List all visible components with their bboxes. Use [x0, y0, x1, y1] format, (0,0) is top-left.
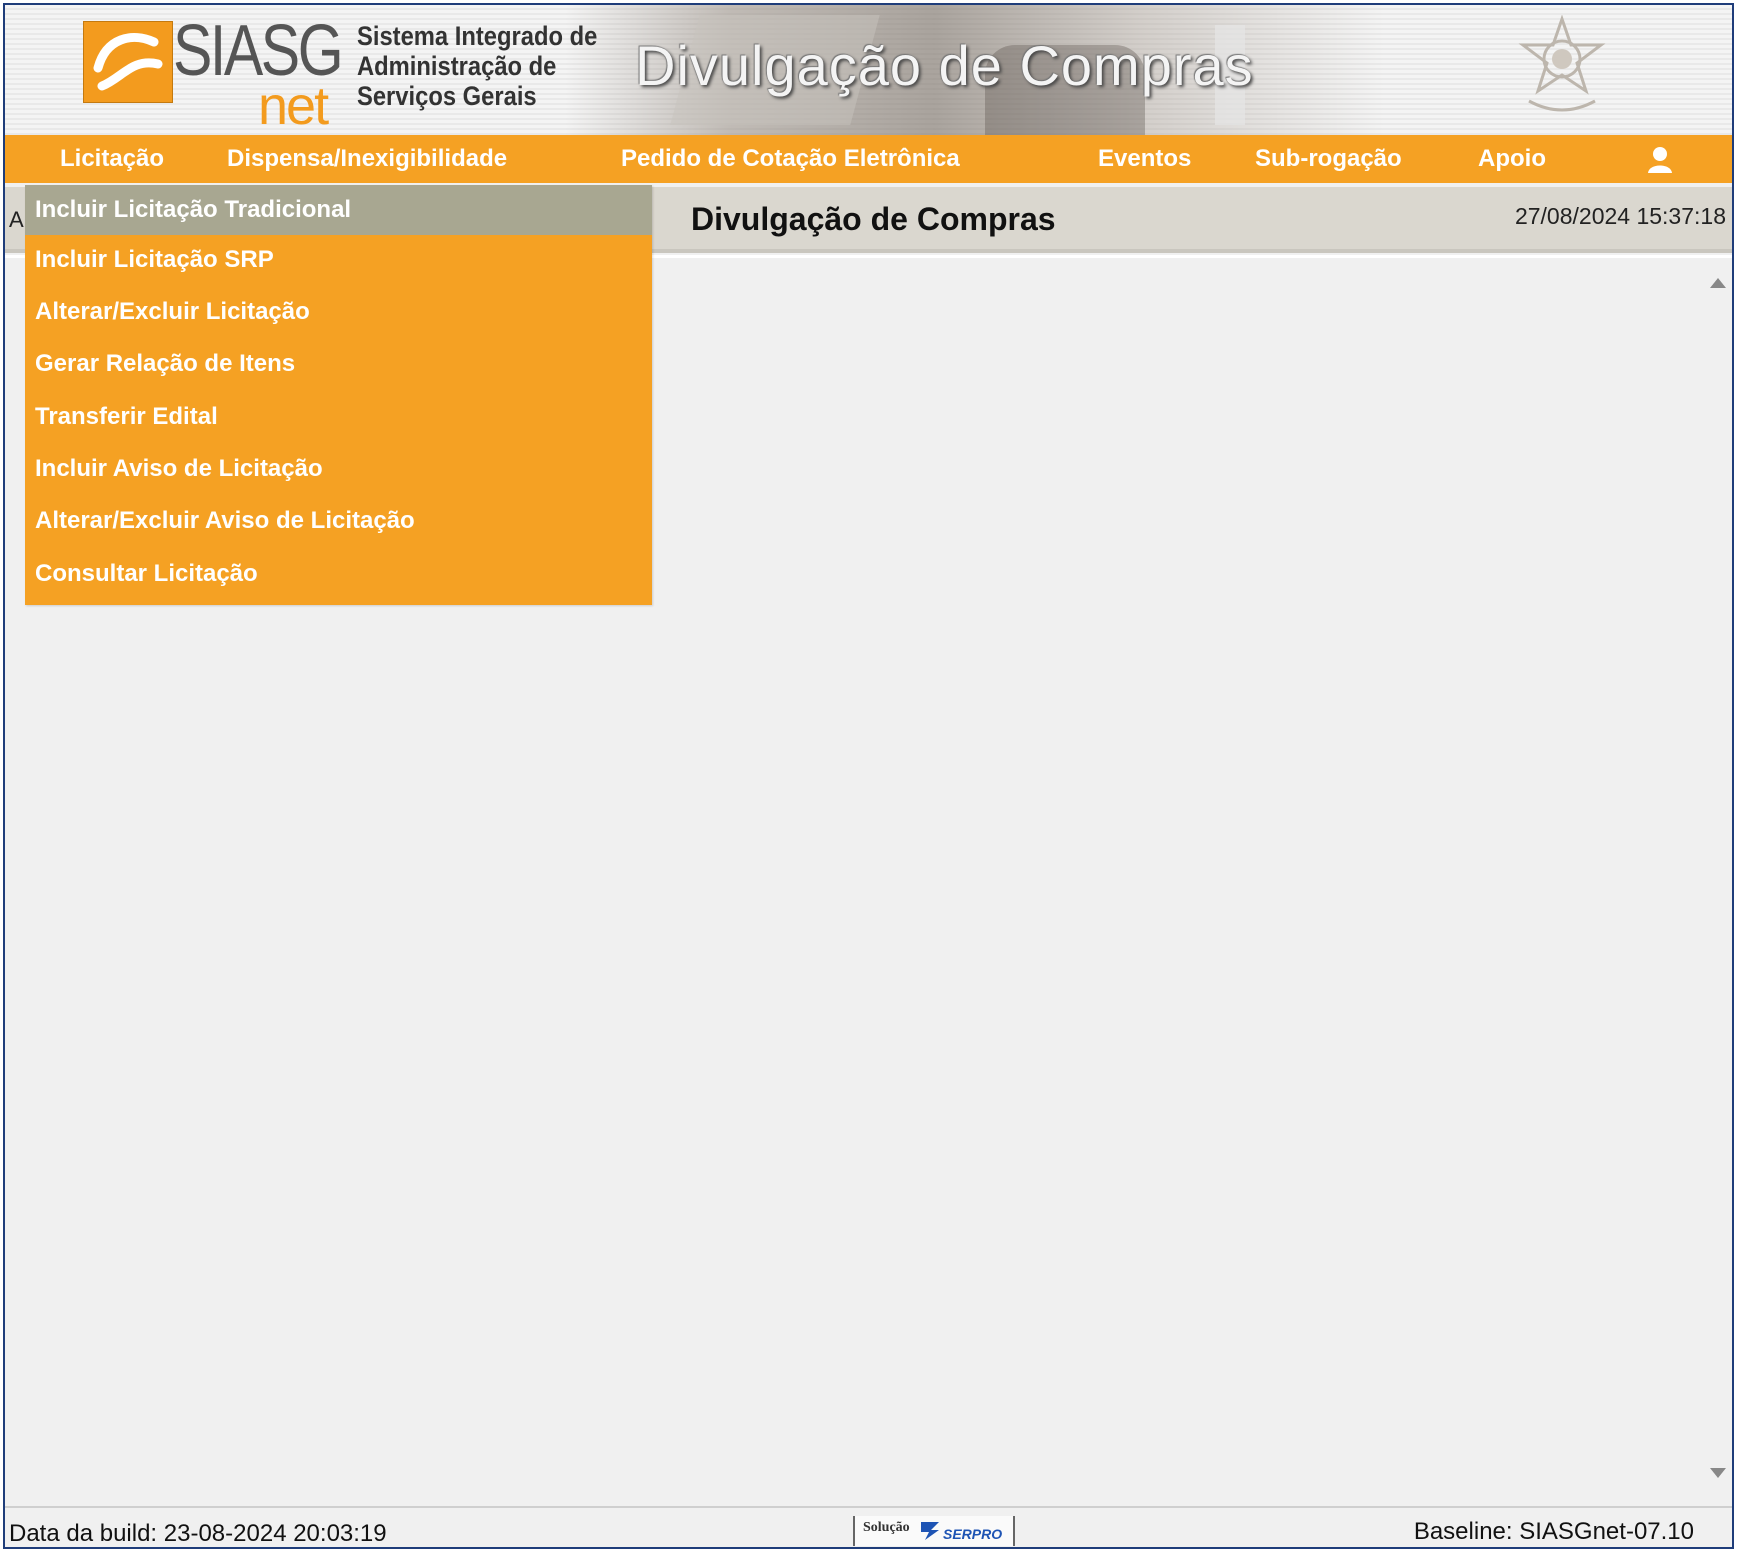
menu-item-incluir-licitacao-tradicional[interactable]: Incluir Licitação Tradicional — [25, 185, 652, 235]
serpro-prefix: Solução — [863, 1520, 910, 1535]
menu-apoio[interactable]: Apoio — [1478, 135, 1546, 183]
header-banner: SIASG net Sistema Integrado de Administr… — [5, 5, 1732, 135]
menu-item-consultar-licitacao[interactable]: Consultar Licitação — [25, 549, 652, 599]
menu-item-incluir-licitacao-srp[interactable]: Incluir Licitação SRP — [25, 235, 652, 285]
system-name: Sistema Integrado de Administração de Se… — [357, 21, 597, 111]
logo-suffix: net — [258, 76, 329, 135]
menu-pedido-cotacao[interactable]: Pedido de Cotação Eletrônica — [621, 135, 960, 183]
scroll-up-arrow-icon[interactable] — [1710, 278, 1726, 288]
main-menu-bar: Licitação Dispensa/Inexigibilidade Pedid… — [5, 135, 1732, 183]
system-name-line: Sistema Integrado de — [357, 21, 598, 51]
app-window: SIASG net Sistema Integrado de Administr… — [3, 3, 1734, 1549]
menu-item-transferir-edital[interactable]: Transferir Edital — [25, 392, 652, 442]
serpro-logo: Solução SERPRO — [853, 1516, 1015, 1546]
menu-item-gerar-relacao-itens[interactable]: Gerar Relação de Itens — [25, 339, 652, 389]
licitacao-dropdown-menu: Incluir Licitação Tradicional Incluir Li… — [25, 185, 652, 605]
baseline-version: Baseline: SIASGnet-07.10 — [1413, 1518, 1694, 1545]
menu-item-alterar-excluir-aviso[interactable]: Alterar/Excluir Aviso de Licitação — [25, 496, 652, 546]
menu-sub-rogacao[interactable]: Sub-rogação — [1255, 135, 1402, 183]
build-date: Data da build: 23-08-2024 20:03:19 — [9, 1520, 387, 1547]
menu-licitacao[interactable]: Licitação — [60, 135, 164, 183]
status-footer: Data da build: 23-08-2024 20:03:19 Soluç… — [5, 1506, 1732, 1547]
siasg-logo-icon — [83, 21, 173, 103]
coat-of-arms-icon — [1518, 15, 1606, 112]
menu-item-incluir-aviso-licitacao[interactable]: Incluir Aviso de Licitação — [25, 444, 652, 494]
scroll-down-arrow-icon[interactable] — [1710, 1468, 1726, 1478]
user-icon[interactable] — [1645, 145, 1675, 175]
page-title: Divulgação de Compras — [691, 201, 1056, 237]
current-datetime: 27/08/2024 15:37:18 — [1514, 203, 1726, 229]
system-name-line: Administração de — [357, 51, 557, 81]
menu-item-alterar-excluir-licitacao[interactable]: Alterar/Excluir Licitação — [25, 287, 652, 337]
breadcrumb-fragment: A — [9, 207, 24, 232]
banner-title: Divulgação de Compras — [635, 34, 1254, 97]
serpro-name: SERPRO — [943, 1526, 1003, 1542]
serpro-mark-icon — [921, 1522, 939, 1540]
menu-eventos[interactable]: Eventos — [1098, 135, 1191, 183]
menu-dispensa-inexigibilidade[interactable]: Dispensa/Inexigibilidade — [227, 135, 507, 183]
system-name-line: Serviços Gerais — [357, 81, 537, 111]
